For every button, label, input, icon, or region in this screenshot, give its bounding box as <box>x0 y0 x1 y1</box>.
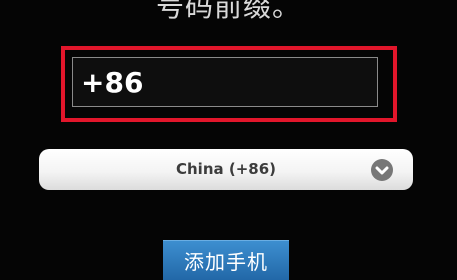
chevron-down-icon <box>371 159 393 181</box>
country-code-dropdown[interactable]: China (+86) <box>39 149 413 190</box>
phone-number-input[interactable] <box>72 57 378 107</box>
instruction-text: 号码前缀。 <box>155 0 301 23</box>
country-code-selected: China (+86) <box>175 160 276 178</box>
add-phone-button[interactable]: 添加手机 <box>163 240 289 280</box>
